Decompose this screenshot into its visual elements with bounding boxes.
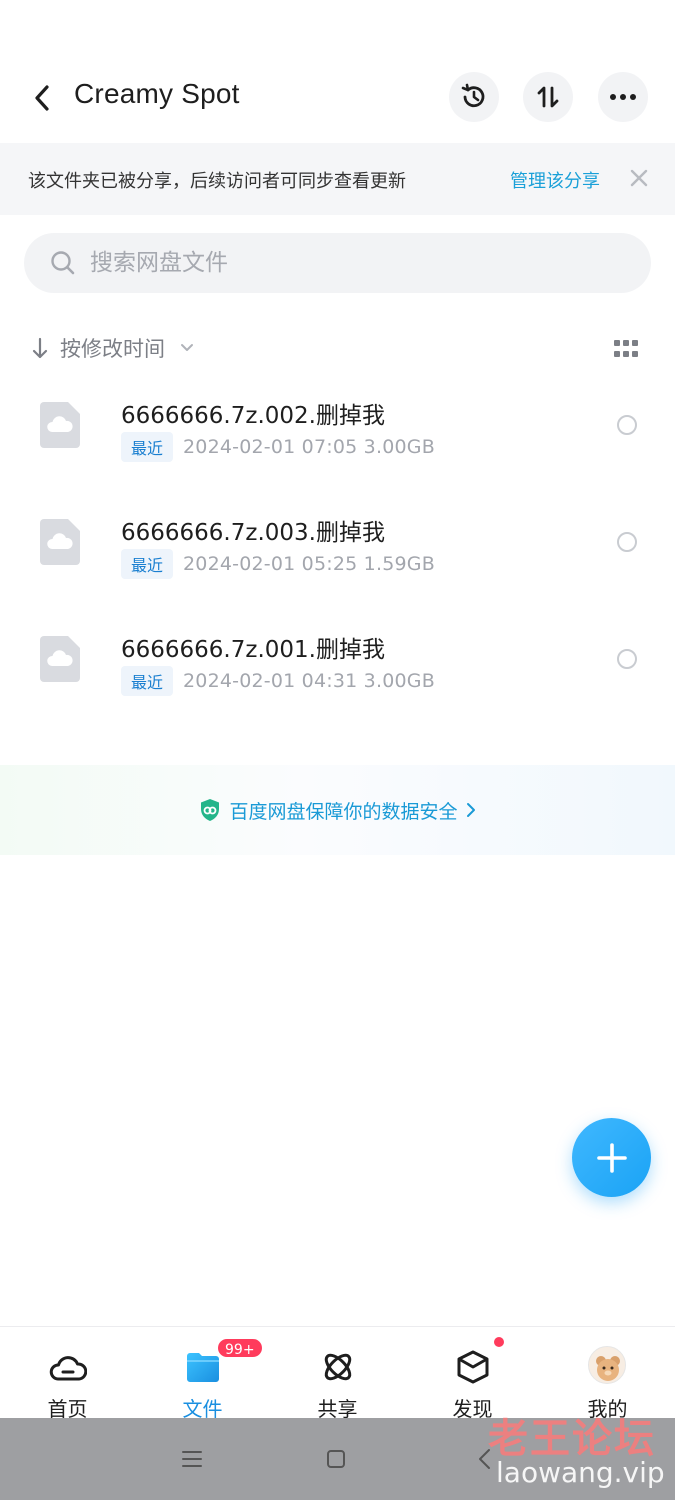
history-button[interactable]: [449, 72, 499, 122]
notification-dot: [494, 1337, 504, 1347]
arrow-down-icon: [32, 337, 48, 359]
shield-icon: [201, 799, 220, 821]
file-meta: 最近 2024-02-01 05:25 1.59GB: [121, 549, 435, 579]
more-icon: [610, 94, 636, 100]
share-banner: 该文件夹已被分享，后续访问者可同步查看更新 管理该分享: [0, 143, 675, 215]
watermark-en: laowang.vip: [496, 1456, 665, 1489]
file-name: 6666666.7z.001.删掉我: [121, 637, 385, 663]
recent-badge: 最近: [121, 432, 174, 462]
history-icon: [461, 83, 485, 108]
file-meta: 最近 2024-02-01 04:31 3.00GB: [121, 666, 435, 696]
chevron-left-icon: [35, 85, 49, 111]
grid-view-icon[interactable]: [614, 340, 638, 358]
file-date-size: 2024-02-01 07:05 3.00GB: [183, 436, 435, 458]
share-count-badge: 99+: [216, 1337, 264, 1359]
cloud-file-icon: [40, 402, 80, 448]
file-row[interactable]: 6666666.7z.003.删掉我 最近 2024-02-01 05:25 1…: [0, 495, 675, 612]
sort-icon: [537, 86, 559, 108]
bottom-nav: 首页 文件 共享 发现 我的 99+: [0, 1326, 675, 1421]
recent-badge: 最近: [121, 666, 174, 696]
cloud-file-icon: [40, 519, 80, 565]
select-radio[interactable]: [617, 649, 637, 669]
add-button[interactable]: [572, 1118, 651, 1197]
file-date-size: 2024-02-01 04:31 3.00GB: [183, 670, 435, 692]
nav-item-home[interactable]: 首页: [0, 1327, 135, 1421]
select-radio[interactable]: [617, 532, 637, 552]
back-button[interactable]: [26, 80, 58, 116]
sort-label: 按修改时间: [60, 337, 165, 361]
orbit-share-icon: [324, 1353, 352, 1381]
banner-close-button[interactable]: [624, 163, 654, 193]
file-list: 6666666.7z.002.删掉我 最近 2024-02-01 07:05 3…: [0, 378, 675, 729]
chevron-right-icon: [466, 803, 475, 817]
file-row[interactable]: 6666666.7z.002.删掉我 最近 2024-02-01 07:05 3…: [0, 378, 675, 495]
home-square-icon[interactable]: [323, 1446, 349, 1472]
cloud-home-icon: [49, 1356, 87, 1381]
search-icon: [51, 251, 75, 275]
file-name: 6666666.7z.002.删掉我: [121, 403, 385, 429]
select-radio[interactable]: [617, 415, 637, 435]
header-bar: Creamy Spot: [0, 60, 675, 135]
share-banner-message: 该文件夹已被分享，后续访问者可同步查看更新: [28, 171, 406, 192]
search-bar[interactable]: [24, 233, 651, 293]
cloud-file-icon: [40, 636, 80, 682]
more-button[interactable]: [598, 72, 648, 122]
file-row[interactable]: 6666666.7z.001.删掉我 最近 2024-02-01 04:31 3…: [0, 612, 675, 729]
nav-item-share[interactable]: 共享: [270, 1327, 405, 1421]
cube-discover-icon: [457, 1350, 489, 1384]
close-icon: [630, 169, 648, 187]
manage-share-link[interactable]: 管理该分享: [510, 167, 600, 193]
recent-badge: 最近: [121, 549, 174, 579]
page-title: Creamy Spot: [74, 78, 240, 109]
avatar[interactable]: [588, 1346, 626, 1384]
folder-icon: [187, 1353, 219, 1382]
sort-button[interactable]: [523, 72, 573, 122]
chevron-down-icon: [181, 344, 193, 351]
file-name: 6666666.7z.003.删掉我: [121, 520, 385, 546]
file-meta: 最近 2024-02-01 07:05 3.00GB: [121, 432, 435, 462]
file-date-size: 2024-02-01 05:25 1.59GB: [183, 553, 435, 575]
plus-icon: [596, 1142, 627, 1173]
sort-selector[interactable]: 按修改时间: [30, 330, 195, 366]
security-text: 百度网盘保障你的数据安全: [229, 800, 458, 823]
menu-icon[interactable]: [179, 1446, 205, 1472]
search-input[interactable]: [90, 233, 610, 293]
security-promo[interactable]: 百度网盘保障你的数据安全: [0, 765, 675, 855]
